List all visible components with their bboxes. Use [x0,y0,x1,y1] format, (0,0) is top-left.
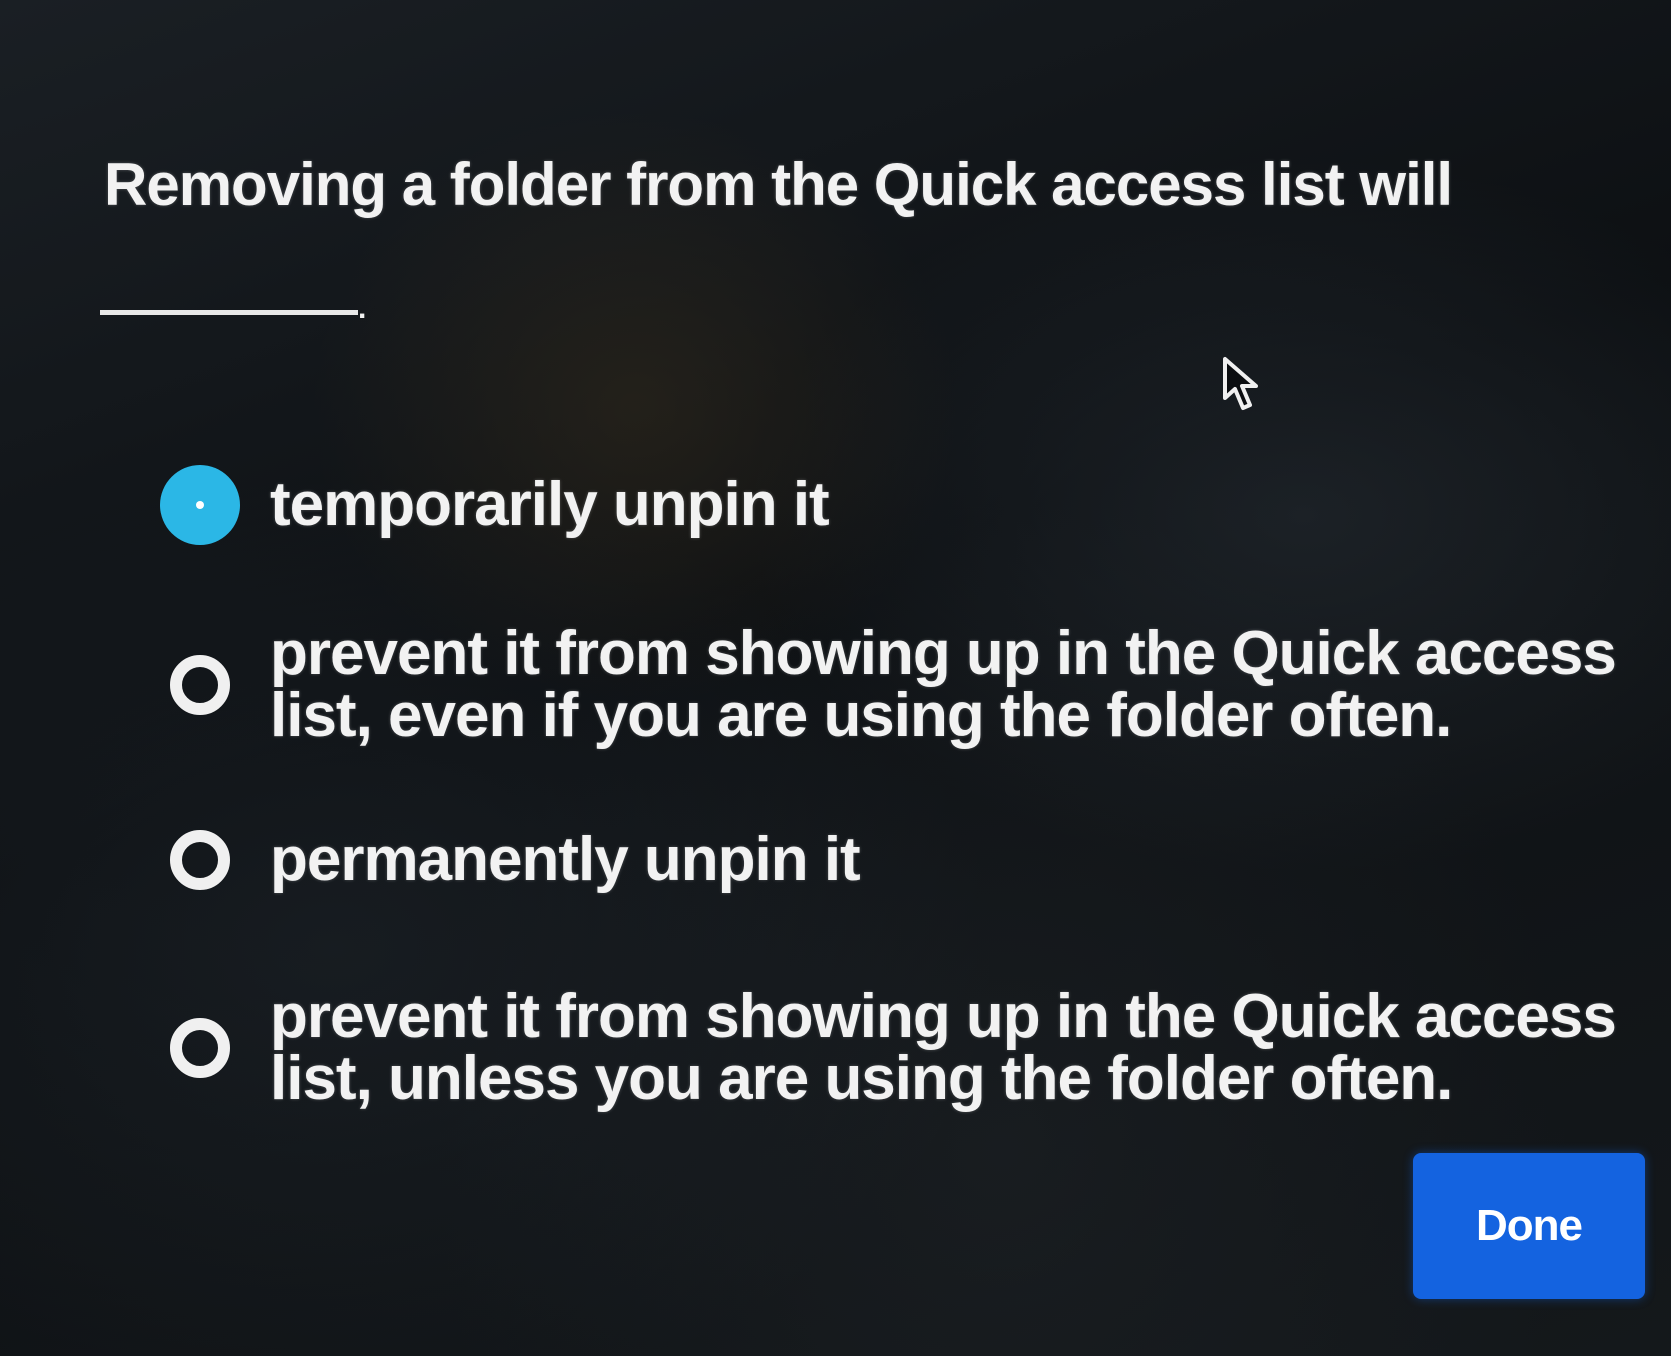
option-permanently-unpin[interactable]: permanently unpin it [170,829,1630,891]
option-label: prevent it from showing up in the Quick … [270,982,1617,1113]
option-label: prevent it from showing up in the Quick … [270,619,1617,750]
option-label: temporarily unpin it [270,470,830,539]
option-prevent-even-if-often[interactable]: prevent it from showing up in the Quick … [170,623,1630,747]
option-prevent-unless-often[interactable]: prevent it from showing up in the Quick … [170,986,1630,1110]
radio-unselected-icon[interactable] [170,1018,230,1078]
radio-unselected-icon[interactable] [170,655,230,715]
option-label: permanently unpin it [270,825,861,894]
done-button[interactable]: Done [1413,1153,1645,1299]
radio-unselected-icon[interactable] [170,830,230,890]
option-temporarily-unpin[interactable]: temporarily unpin it [160,465,1630,545]
radio-selected-icon[interactable] [160,465,240,545]
